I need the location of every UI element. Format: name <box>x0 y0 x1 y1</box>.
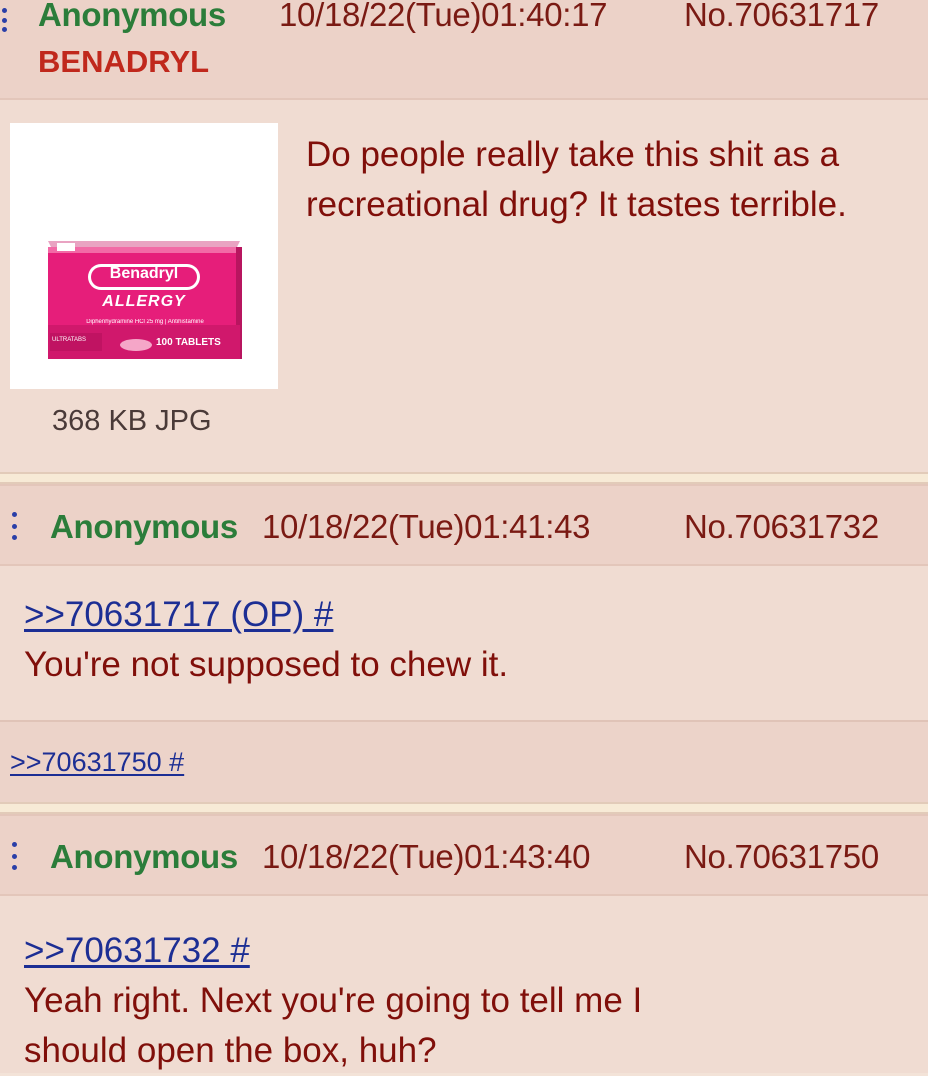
quote-link[interactable]: >>70631717 (OP) # <box>24 595 333 634</box>
post-body: >>70631732 # Yeah right. Next you're goi… <box>24 926 914 1076</box>
poster-name: Anonymous <box>50 508 238 545</box>
post-comment-line: Yeah right. Next you're going to tell me… <box>24 981 643 1020</box>
post-header: Anonymous 10/18/22(Tue)01:41:43 No.70631… <box>0 484 928 566</box>
post-datetime: 10/18/22(Tue)01:43:40 <box>262 838 591 875</box>
post-body: >>70631717 (OP) # You're not supposed to… <box>24 590 904 690</box>
post-subject: BENADRYL <box>38 44 210 79</box>
post-separator <box>0 472 928 484</box>
backlink[interactable]: >>70631750 # <box>10 747 184 778</box>
post-separator <box>0 802 928 814</box>
quote-link[interactable]: >>70631732 # <box>24 931 250 970</box>
box-badge-text: ULTRATABS <box>52 337 87 343</box>
post-comment: Do people really take this shit as a rec… <box>306 135 847 224</box>
op-post: Anonymous 10/18/22(Tue)01:40:17 No.70631… <box>0 0 928 472</box>
post-number[interactable]: No.70631717 <box>684 0 879 34</box>
file-info[interactable]: 368 KB JPG <box>52 405 212 438</box>
post-header: Anonymous 10/18/22(Tue)01:40:17 No.70631… <box>0 0 928 100</box>
poster-name: Anonymous <box>38 0 226 33</box>
post-thumbnail[interactable]: Benadryl ALLERGY Diphenhydramine HCl 25 … <box>10 123 278 389</box>
box-ingredient-text: Diphenhydramine HCl 25 mg | Antihistamin… <box>86 319 204 325</box>
post-number[interactable]: No.70631750 <box>684 838 879 876</box>
poster-name: Anonymous <box>50 838 238 875</box>
post-header: Anonymous 10/18/22(Tue)01:43:40 No.70631… <box>0 814 928 896</box>
post-datetime: 10/18/22(Tue)01:41:43 <box>262 508 591 545</box>
post-menu-icon[interactable] <box>12 842 18 870</box>
benadryl-box-image <box>48 241 242 359</box>
post-comment: You're not supposed to chew it. <box>24 645 509 684</box>
post-menu-icon[interactable] <box>12 512 18 540</box>
backlinks-bar: >>70631750 # <box>0 720 928 804</box>
post-datetime: 10/18/22(Tue)01:40:17 <box>279 0 608 33</box>
box-count-text: 100 TABLETS <box>156 337 221 348</box>
reply-post: Anonymous 10/18/22(Tue)01:41:43 No.70631… <box>0 484 928 804</box>
reply-post: Anonymous 10/18/22(Tue)01:43:40 No.70631… <box>0 814 928 1073</box>
box-brand-text: Benadryl <box>109 265 179 282</box>
post-number[interactable]: No.70631732 <box>684 508 879 546</box>
post-menu-icon[interactable] <box>2 8 8 32</box>
post-comment-line: should open the box, huh? <box>24 1031 437 1070</box>
box-line-text: ALLERGY <box>102 293 186 310</box>
